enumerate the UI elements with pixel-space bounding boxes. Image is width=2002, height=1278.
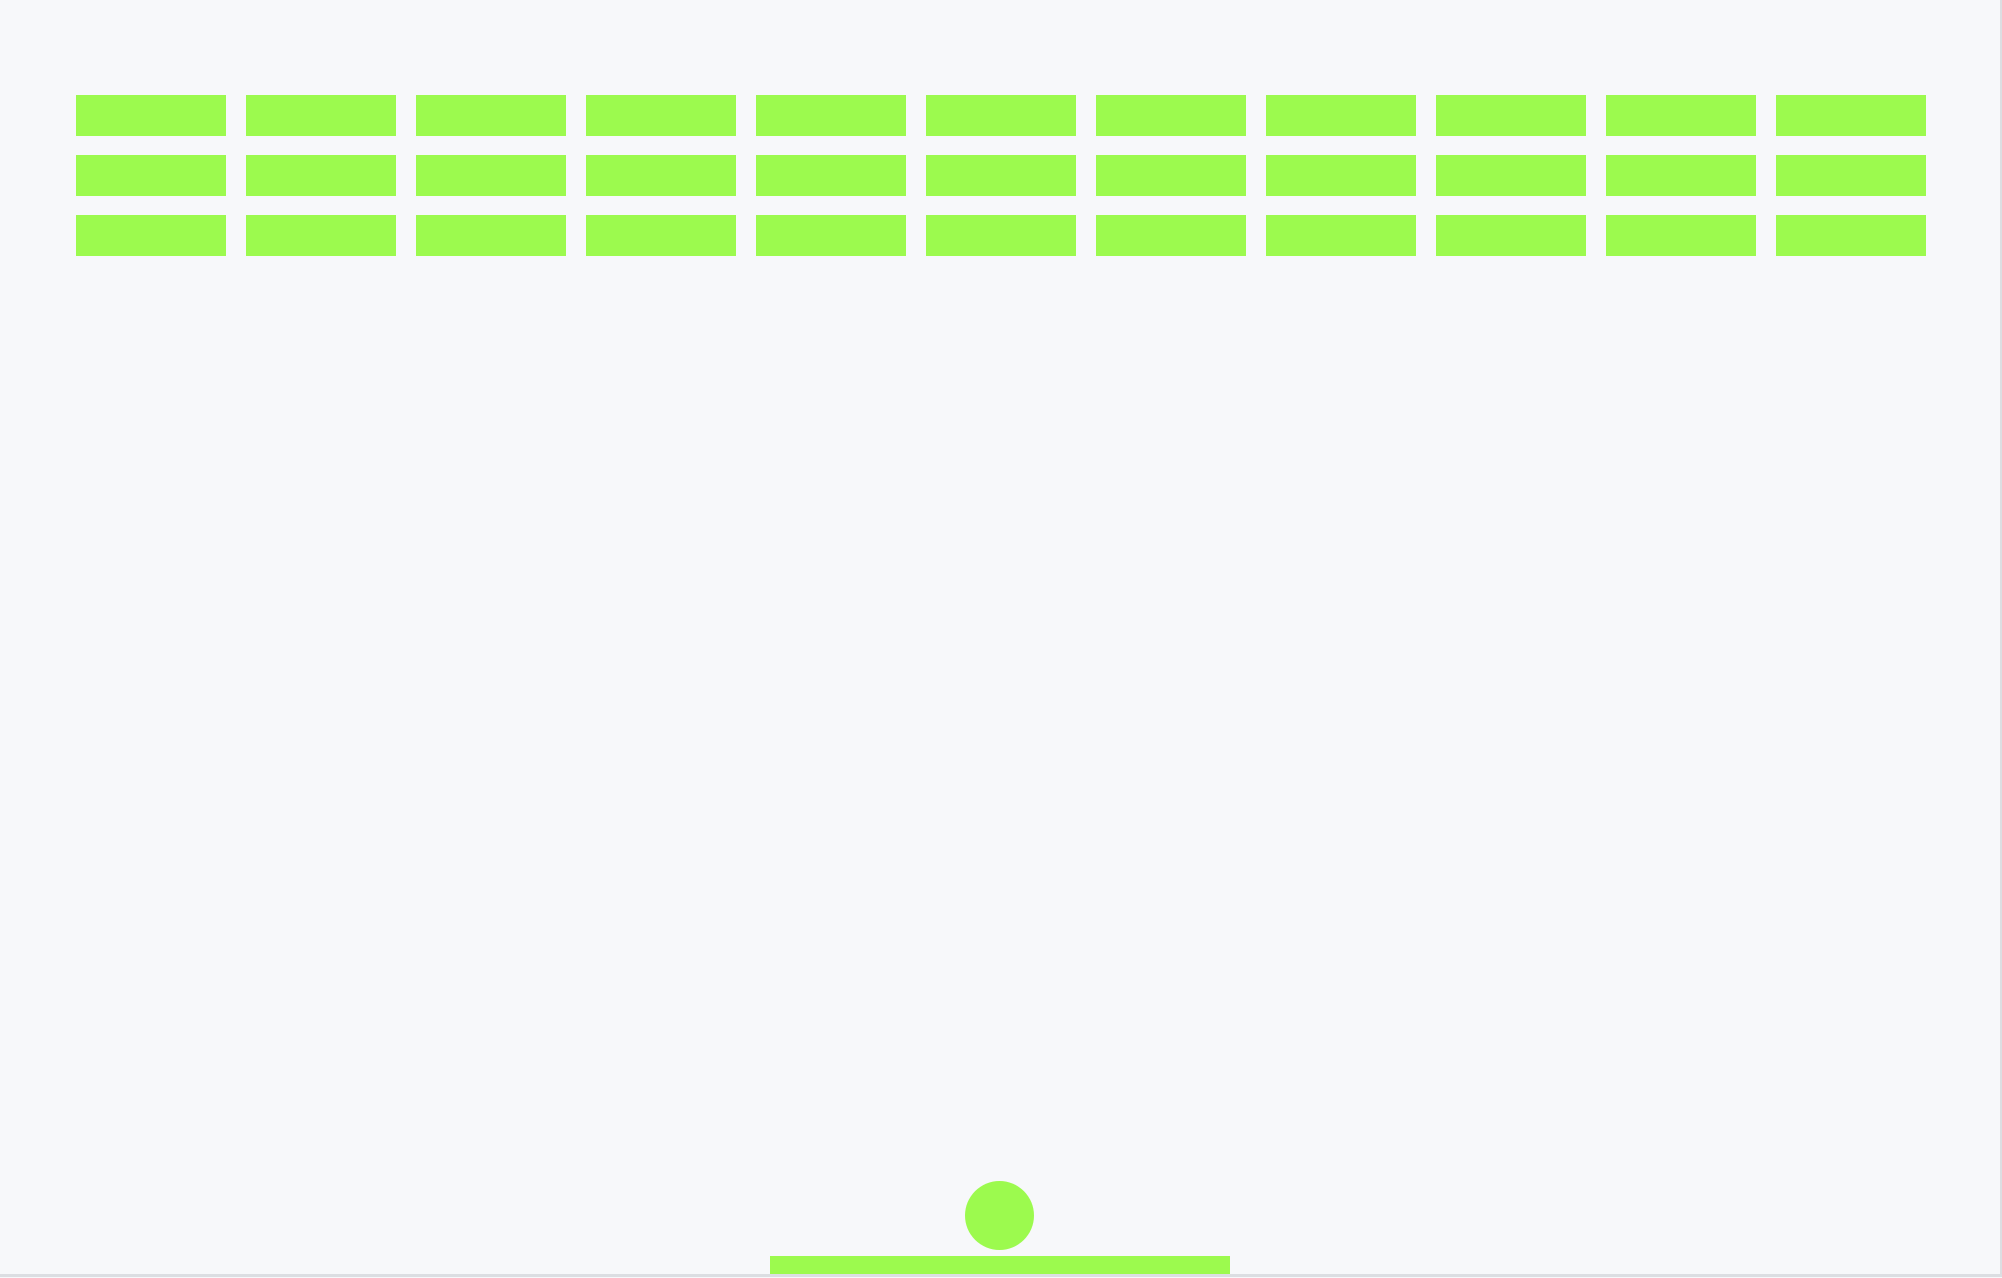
brick [926,95,1076,136]
brick [1436,215,1586,256]
brick [246,155,396,196]
brick [416,215,566,256]
brick [1776,215,1926,256]
brick [76,155,226,196]
brick [1606,95,1756,136]
brick [756,155,906,196]
brick [1096,95,1246,136]
brick [76,95,226,136]
paddle[interactable] [770,1256,1230,1274]
brick [1776,95,1926,136]
brick [1436,155,1586,196]
brick [586,215,736,256]
brick [416,155,566,196]
brick [1776,155,1926,196]
brick [1606,215,1756,256]
brick [926,215,1076,256]
brick [586,155,736,196]
brick [1266,215,1416,256]
ball [965,1181,1034,1250]
brick [1606,155,1756,196]
brick [1266,95,1416,136]
brick [1266,155,1416,196]
brick [1096,215,1246,256]
brick [1096,155,1246,196]
brick [1436,95,1586,136]
brick [416,95,566,136]
game-canvas[interactable] [0,0,2002,1277]
brick [756,95,906,136]
brick [586,95,736,136]
brick [76,215,226,256]
brick [246,95,396,136]
brick [926,155,1076,196]
brick [756,215,906,256]
brick [246,215,396,256]
